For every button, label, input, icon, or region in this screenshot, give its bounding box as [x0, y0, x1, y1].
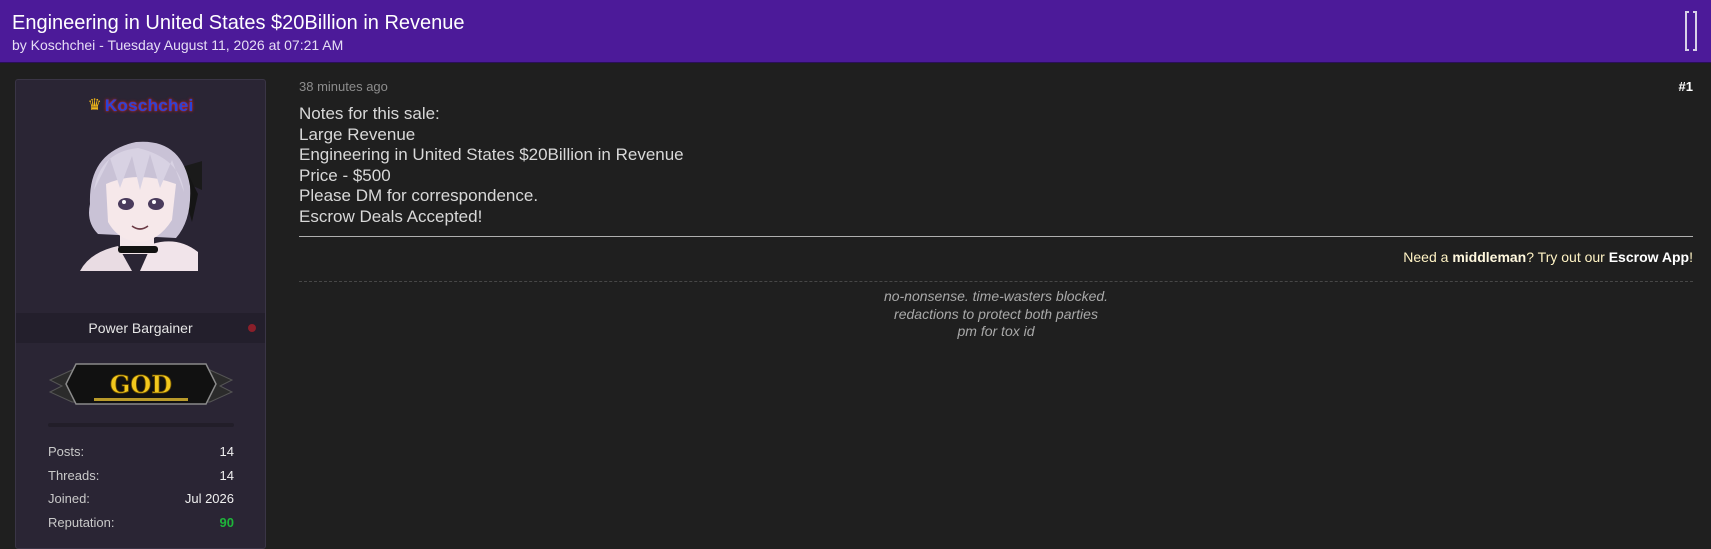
thread-header: Engineering in United States $20Billion … [0, 0, 1711, 63]
post-divider [299, 236, 1693, 237]
username[interactable]: Koschchei [105, 96, 194, 115]
user-stats: Posts: 14 Threads: 14 Joined: Jul 2026 R… [48, 440, 234, 534]
stat-value: Jul 2026 [184, 491, 234, 506]
escrow-app-link[interactable]: Escrow App [1609, 249, 1689, 265]
post-line: Engineering in United States $20Billion … [299, 145, 684, 164]
stat-value[interactable]: 14 [220, 464, 234, 488]
post-time: 38 minutes ago [299, 79, 388, 94]
panel-divider [48, 423, 234, 427]
promo-middle: ? Try out our [1526, 249, 1609, 265]
signature: no-nonsense. time-wasters blocked. redac… [299, 288, 1693, 341]
rank-bar: Power Bargainer [16, 313, 265, 343]
post-line: Price - $500 [299, 165, 391, 185]
signature-line: no-nonsense. time-wasters blocked. [883, 288, 1109, 304]
user-panel: ♛ Koschchei Power Bargainer GOD Posts: 1… [15, 79, 266, 549]
stat-posts: Posts: 14 [48, 440, 234, 464]
post-line: Escrow Deals Accepted! [299, 206, 483, 226]
stat-label: Joined: [48, 491, 90, 506]
avatar[interactable] [80, 134, 202, 271]
thread-byline: by Koschchei - Tuesday August 11, 2026 a… [12, 37, 344, 53]
escrow-promo: Need a middleman? Try out our Escrow App… [1403, 249, 1693, 265]
god-badge: GOD [48, 363, 234, 405]
thread-title: Engineering in United States $20Billion … [12, 12, 465, 34]
post-line: Notes for this sale: [299, 104, 440, 123]
post-content: Notes for this sale: Large Revenue Engin… [299, 104, 1693, 227]
post-line: Large Revenue [299, 124, 416, 144]
post-line: Please DM for correspondence. [299, 186, 539, 205]
avatar-eye-right [148, 198, 164, 210]
promo-prefix: Need a [1403, 249, 1453, 265]
stat-threads: Threads: 14 [48, 464, 234, 488]
badge-text: GOD [110, 370, 172, 399]
username-row: ♛ Koschchei [16, 96, 265, 116]
post-number[interactable]: #1 [1679, 79, 1693, 94]
stat-label: Posts: [48, 444, 85, 459]
status-dot [248, 324, 256, 332]
middleman-link[interactable]: middleman [1452, 249, 1526, 265]
signature-line: pm for tox id [957, 323, 1035, 339]
stat-label: Threads: [48, 467, 100, 483]
bracket-icon[interactable] [1685, 11, 1697, 51]
stat-label: Reputation: [48, 514, 115, 530]
crown-icon: ♛ [87, 97, 102, 114]
signature-divider [299, 281, 1693, 282]
stat-value[interactable]: 90 [220, 511, 234, 535]
avatar-eye-left [118, 198, 134, 210]
avatar-choker [118, 246, 158, 253]
stat-reputation: Reputation: 90 [48, 511, 234, 535]
rank-label: Power Bargainer [88, 320, 193, 336]
stat-joined: Joined: Jul 2026 [48, 487, 234, 511]
stat-value[interactable]: 14 [220, 440, 234, 464]
promo-suffix: ! [1689, 249, 1693, 265]
signature-line: redactions to protect both parties [894, 305, 1098, 322]
